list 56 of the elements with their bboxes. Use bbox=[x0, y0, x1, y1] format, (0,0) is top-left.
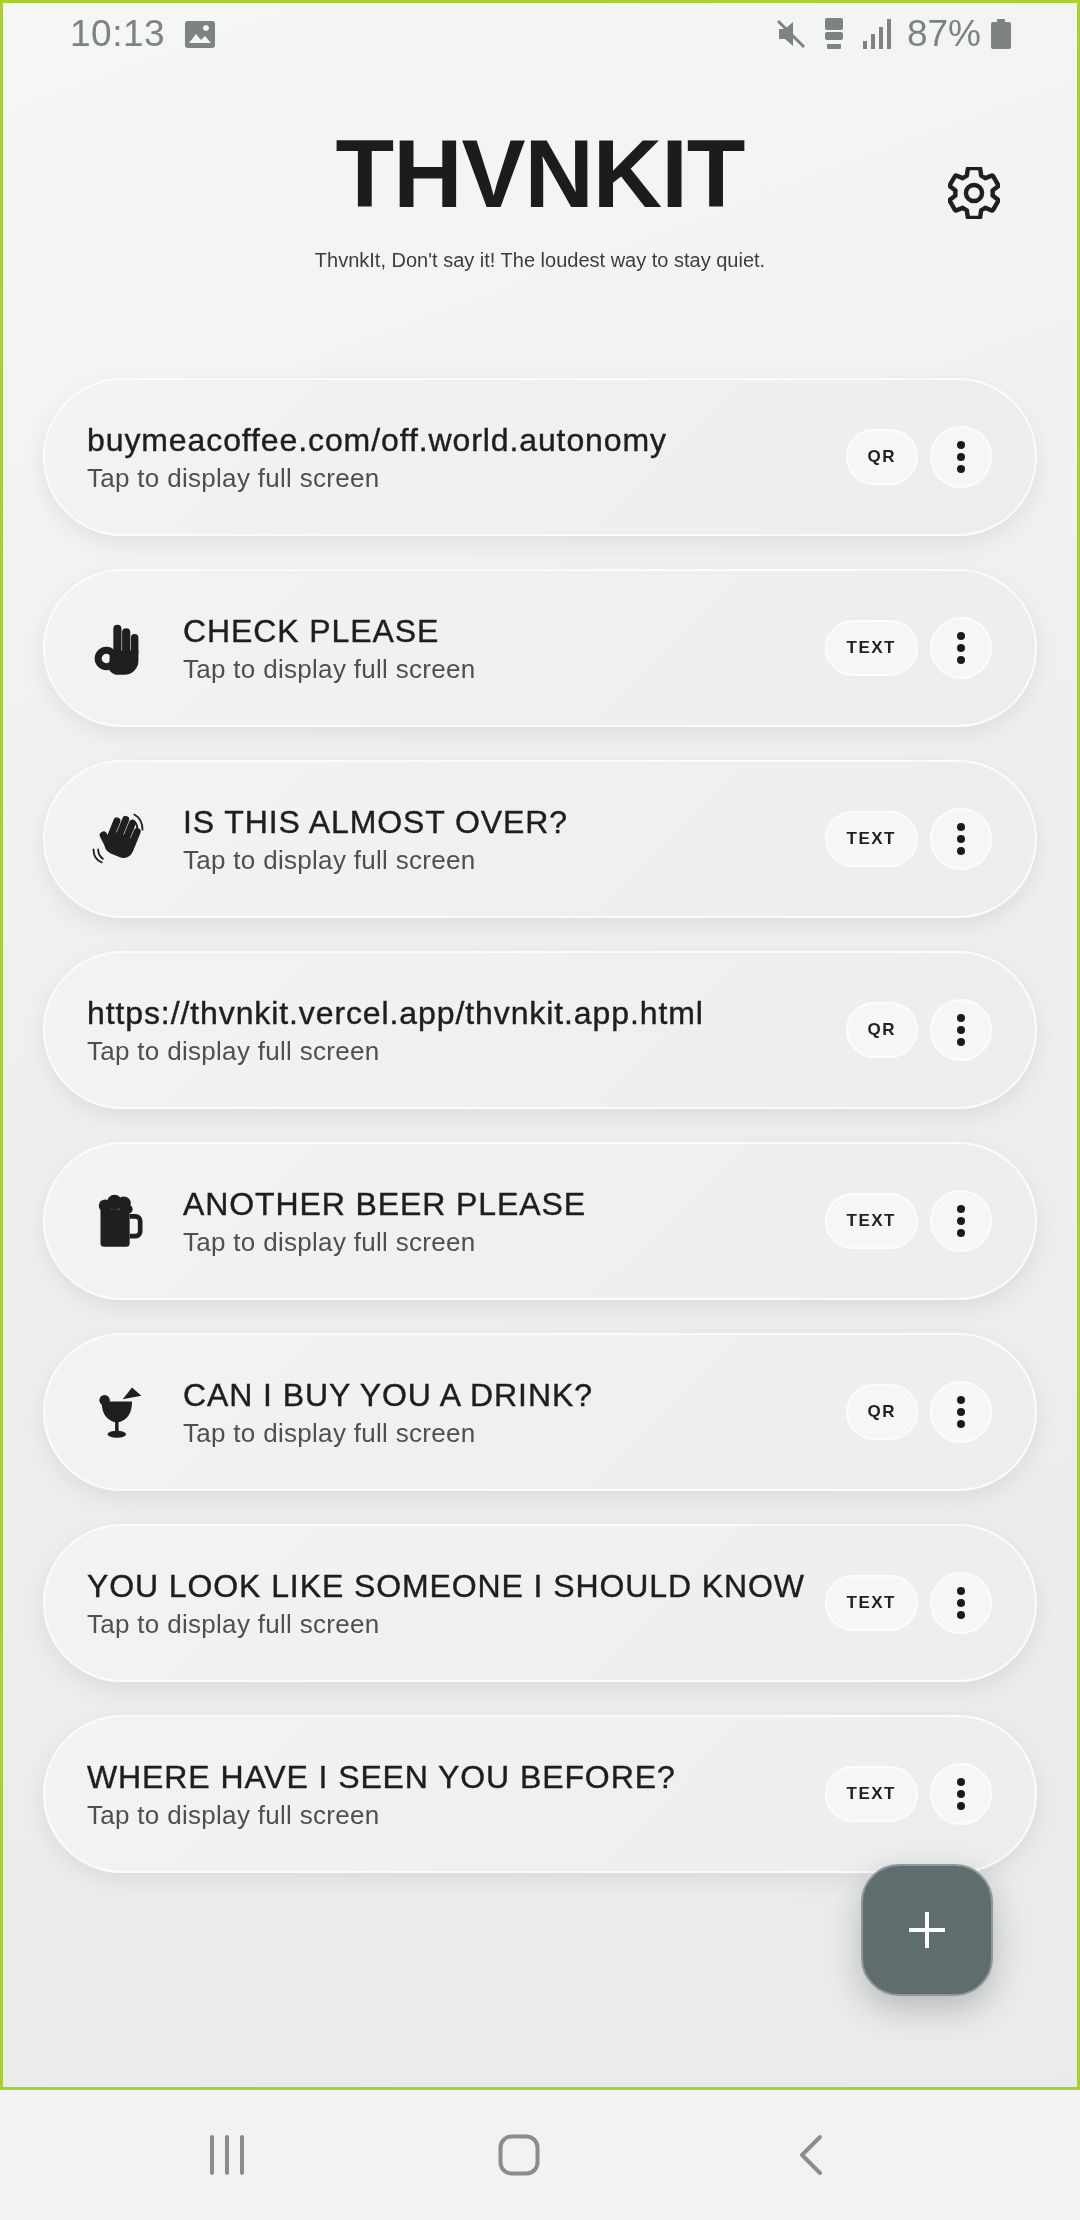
more-vert-icon bbox=[957, 1014, 965, 1046]
more-vert-icon bbox=[957, 1396, 965, 1428]
card-title: CHECK PLEASE bbox=[183, 611, 440, 650]
card-title: ANOTHER BEER PLEASE bbox=[183, 1184, 586, 1223]
card-title: WHERE HAVE I SEEN YOU BEFORE? bbox=[87, 1757, 676, 1796]
back-icon[interactable] bbox=[799, 2134, 823, 2176]
card-hint: Tap to display full screen bbox=[87, 1798, 380, 1831]
more-vert-icon bbox=[957, 632, 965, 664]
mute-icon bbox=[774, 19, 807, 49]
status-time: 10:13 bbox=[70, 12, 166, 56]
battery-percent: 87% bbox=[906, 12, 981, 56]
card-title: IS THIS ALMOST OVER? bbox=[183, 802, 568, 841]
card-title: buymeacoffee.com/off.world.autonomy bbox=[87, 420, 667, 459]
card-title: https://thvnkit.vercel.app/thvnkit.app.html bbox=[87, 993, 704, 1032]
type-chip[interactable]: TEXT bbox=[824, 1575, 918, 1631]
more-vert-icon bbox=[957, 1778, 965, 1810]
image-icon bbox=[185, 20, 216, 48]
card-hint: Tap to display full screen bbox=[183, 843, 476, 876]
card-hint: Tap to display full screen bbox=[183, 1416, 476, 1449]
settings-icon bbox=[948, 167, 1000, 219]
type-chip[interactable]: TEXT bbox=[824, 1193, 918, 1249]
battery-icon bbox=[991, 19, 1011, 49]
type-chip[interactable]: TEXT bbox=[824, 1766, 918, 1822]
app-tagline: ThvnkIt, Don't say it! The loudest way to stay quiet. bbox=[314, 248, 766, 273]
message-card[interactable]: ANOTHER BEER PLEASE Tap to display full screen TEXT bbox=[43, 1142, 1037, 1300]
card-hint: Tap to display full screen bbox=[87, 1607, 380, 1640]
more-vert-icon bbox=[957, 441, 965, 473]
message-card[interactable]: YOU LOOK LIKE SOMEONE I SHOULD KNOW Tap to display full screen TEXT bbox=[43, 1524, 1037, 1682]
card-hint: Tap to display full screen bbox=[87, 461, 380, 494]
message-card[interactable]: CAN I BUY YOU A DRINK? Tap to display full screen QR bbox=[43, 1333, 1037, 1491]
app-title: THVNKIT bbox=[335, 124, 745, 224]
message-card[interactable]: CHECK PLEASE Tap to display full screen TEXT bbox=[43, 569, 1037, 727]
type-chip[interactable]: QR bbox=[845, 1002, 918, 1058]
home-icon[interactable] bbox=[498, 2134, 540, 2176]
signal-icon bbox=[862, 19, 891, 49]
more-vert-icon bbox=[957, 1587, 965, 1619]
type-chip[interactable]: QR bbox=[845, 429, 918, 485]
message-card[interactable]: WHERE HAVE I SEEN YOU BEFORE? Tap to display full screen TEXT bbox=[43, 1715, 1037, 1873]
network-type-icon bbox=[824, 18, 843, 50]
card-title: CAN I BUY YOU A DRINK? bbox=[183, 1375, 593, 1414]
recent-apps-icon[interactable] bbox=[209, 2134, 245, 2176]
more-vert-icon bbox=[957, 1205, 965, 1237]
card-hint: Tap to display full screen bbox=[87, 1034, 380, 1067]
card-title: YOU LOOK LIKE SOMEONE I SHOULD KNOW bbox=[87, 1566, 805, 1605]
type-chip[interactable]: TEXT bbox=[824, 811, 918, 867]
type-chip[interactable]: QR bbox=[845, 1384, 918, 1440]
type-chip[interactable]: TEXT bbox=[824, 620, 918, 676]
card-hint: Tap to display full screen bbox=[183, 652, 476, 685]
card-hint: Tap to display full screen bbox=[183, 1225, 476, 1258]
settings-button[interactable] bbox=[948, 167, 1000, 219]
message-card[interactable]: buymeacoffee.com/off.world.autonomy Tap to display full screen QR bbox=[43, 378, 1037, 536]
add-button[interactable] bbox=[861, 1864, 993, 1996]
more-vert-icon bbox=[957, 823, 965, 855]
message-card[interactable]: IS THIS ALMOST OVER? Tap to display full screen TEXT bbox=[43, 760, 1037, 918]
message-card[interactable]: https://thvnkit.vercel.app/thvnkit.app.html Tap to display full screen QR bbox=[43, 951, 1037, 1109]
add-icon bbox=[908, 1911, 946, 1949]
